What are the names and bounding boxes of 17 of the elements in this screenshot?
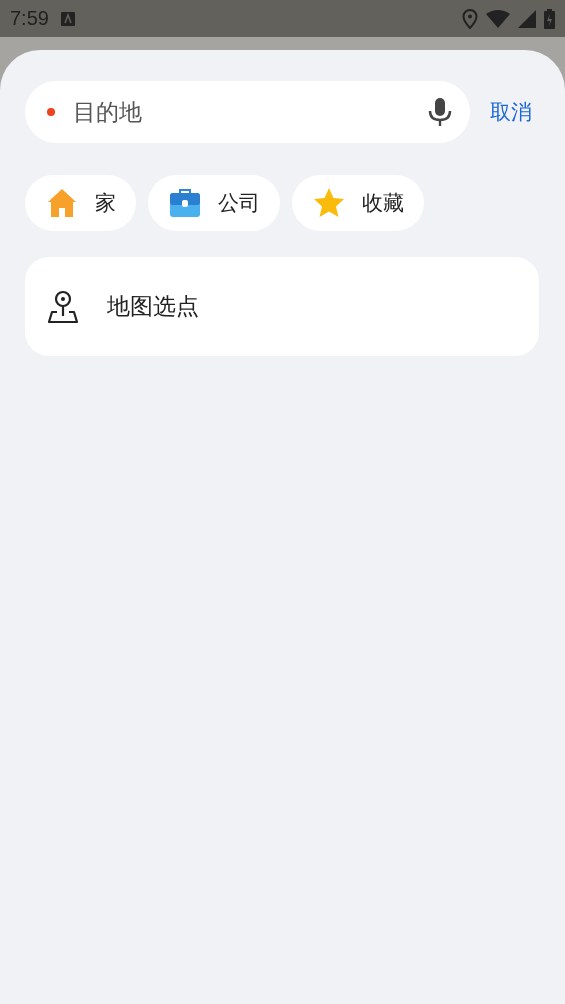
location-dot-icon bbox=[47, 108, 55, 116]
microphone-icon[interactable] bbox=[428, 97, 452, 127]
shortcut-chip[interactable]: 公司 bbox=[148, 175, 280, 231]
status-time: 7:59 bbox=[10, 7, 49, 30]
cancel-button[interactable]: 取消 bbox=[490, 98, 532, 126]
shortcut-chip[interactable]: 家 bbox=[25, 175, 136, 231]
search-bar[interactable]: 目的地 bbox=[25, 81, 470, 143]
location-icon bbox=[462, 8, 478, 29]
search-field[interactable]: 目的地 bbox=[71, 98, 412, 126]
briefcase-icon bbox=[168, 186, 202, 220]
notification-icon bbox=[60, 11, 75, 26]
signal-icon bbox=[518, 9, 536, 28]
map-pick-item[interactable]: 地图选点 bbox=[25, 257, 539, 356]
battery-icon bbox=[544, 8, 555, 29]
wifi-icon bbox=[486, 9, 510, 28]
map-pin-icon bbox=[47, 289, 79, 324]
shortcut-chip[interactable]: 收藏 bbox=[292, 175, 424, 231]
